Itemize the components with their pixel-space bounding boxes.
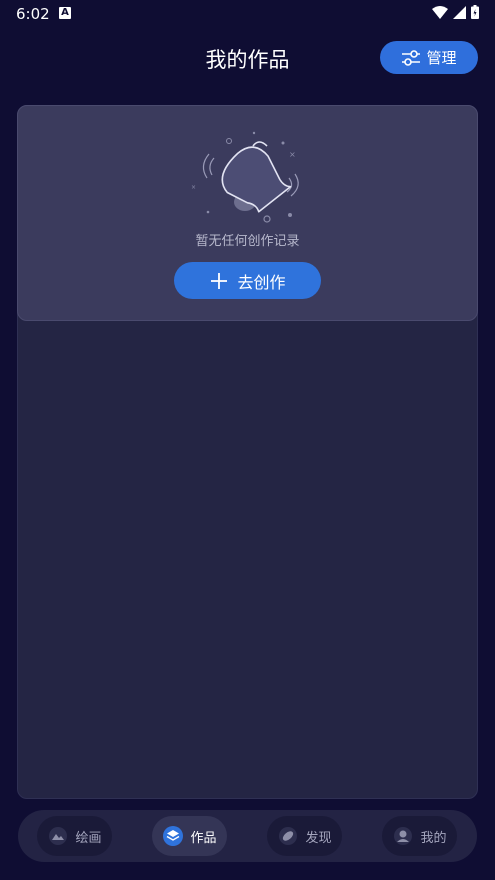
nav-item-profile[interactable]: 我的 (382, 816, 457, 856)
nav-item-label: 绘画 (75, 830, 102, 846)
svg-text:×: × (191, 184, 196, 191)
compass-icon (277, 825, 299, 847)
notification-badge: A (59, 7, 71, 19)
manage-button[interactable]: 管理 (380, 41, 478, 74)
wifi-icon (432, 5, 448, 19)
image-icon (47, 825, 69, 847)
sliders-icon (402, 49, 421, 66)
manage-label: 管理 (426, 49, 457, 67)
status-icons (432, 5, 479, 19)
signal-icon (453, 5, 466, 19)
empty-state-message: 暂无任何创作记录 (195, 234, 300, 249)
nav-item-label: 发现 (305, 830, 332, 846)
nav-item-draw[interactable]: 绘画 (37, 816, 112, 856)
nav-item-label: 我的 (420, 830, 447, 846)
battery-icon (471, 5, 479, 19)
status-bar: 6:02 A (0, 0, 495, 28)
person-icon (392, 825, 414, 847)
layers-icon (162, 825, 184, 847)
status-time: 6:02 (16, 5, 50, 23)
nav-item-label: 作品 (190, 830, 217, 846)
nav-item-works[interactable]: 作品 (152, 816, 227, 856)
bell-icon: × × (191, 131, 299, 223)
plus-icon (211, 272, 228, 289)
create-button[interactable]: 去创作 (174, 262, 321, 299)
create-label: 去创作 (237, 272, 286, 292)
svg-text:×: × (289, 150, 296, 159)
nav-item-discover[interactable]: 发现 (267, 816, 342, 856)
